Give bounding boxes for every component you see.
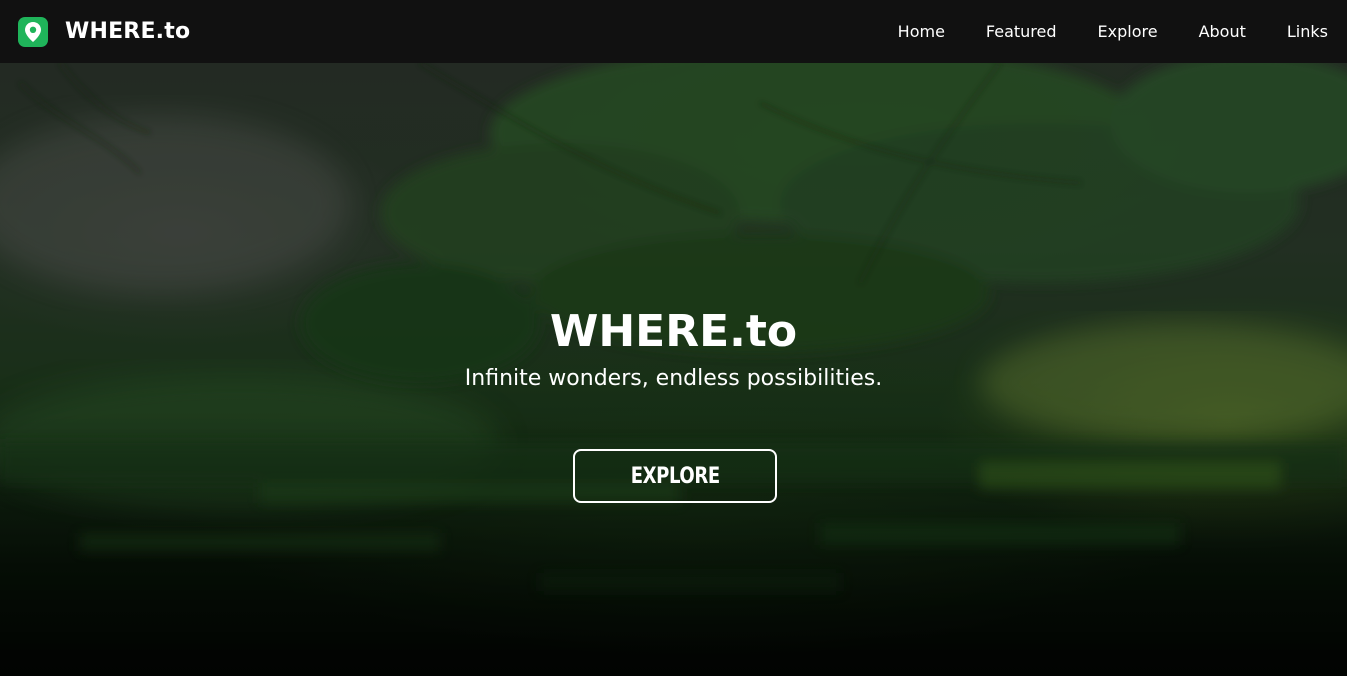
hero-subtitle: Infinite wonders, endless possibilities.	[464, 366, 883, 391]
hero-content: WHERE.to Infinite wonders, endless possi…	[0, 63, 1347, 676]
top-navbar: WHERE.to Home Featured Explore About Lin…	[0, 0, 1347, 63]
brand-name: WHERE.to	[65, 19, 191, 44]
nav-link-home[interactable]: Home	[898, 22, 945, 41]
map-pin-icon	[18, 16, 48, 47]
nav-link-explore[interactable]: Explore	[1098, 22, 1158, 41]
hero-title: WHERE.to	[549, 306, 798, 357]
main-nav: Home Featured Explore About Links	[898, 0, 1347, 63]
brand-logo-link[interactable]: WHERE.to	[18, 16, 191, 47]
hero-section: WHERE.to Infinite wonders, endless possi…	[0, 63, 1347, 676]
nav-link-featured[interactable]: Featured	[986, 22, 1057, 41]
explore-button-label: EXPLORE	[630, 463, 720, 489]
nav-link-links[interactable]: Links	[1287, 22, 1328, 41]
explore-button[interactable]: EXPLORE	[573, 449, 777, 503]
nav-link-about[interactable]: About	[1199, 22, 1246, 41]
